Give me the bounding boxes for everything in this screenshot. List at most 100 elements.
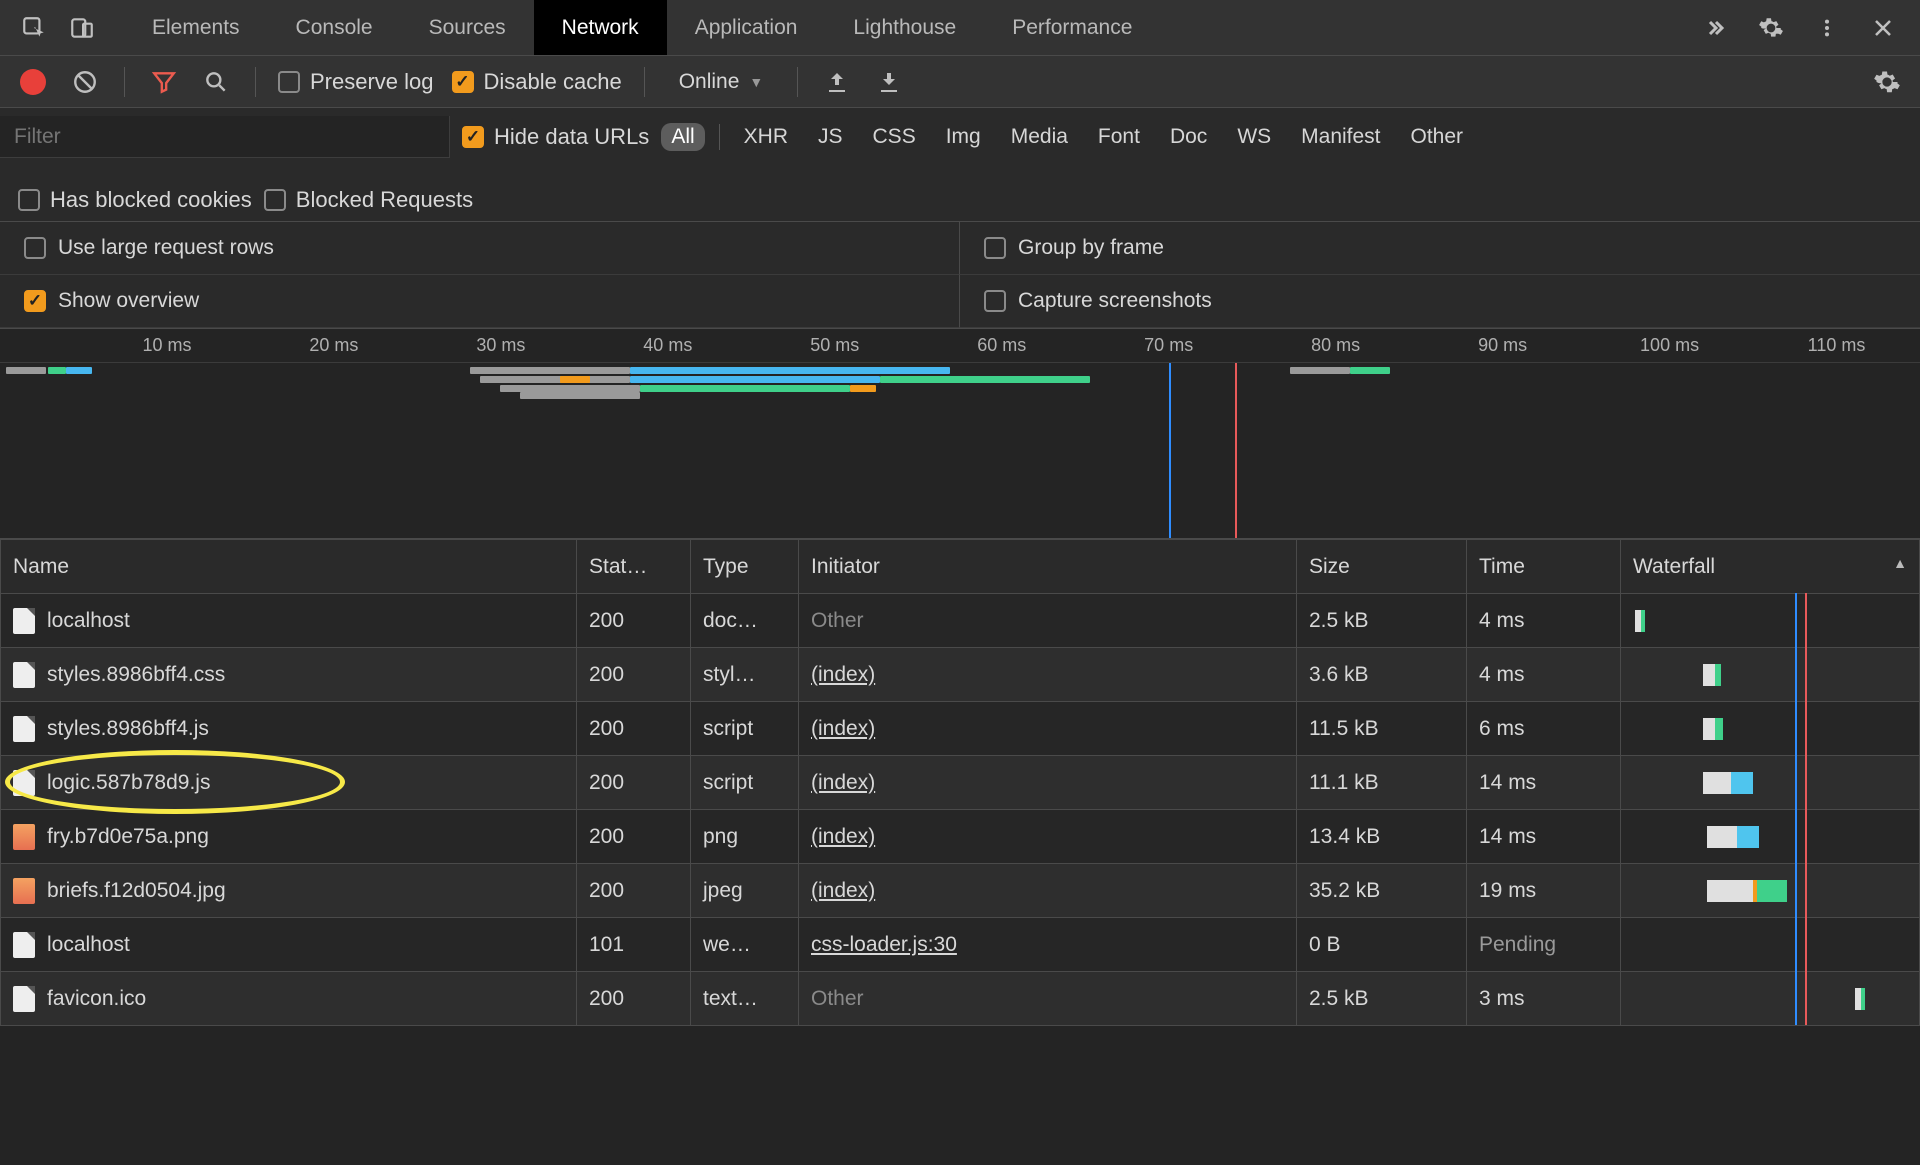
request-initiator[interactable]: css-loader.js:30	[799, 918, 1297, 972]
request-time: 14 ms	[1467, 810, 1621, 864]
network-toolbar: Preserve log Disable cache Online ▼	[0, 56, 1920, 108]
request-time: 14 ms	[1467, 756, 1621, 810]
request-time: 6 ms	[1467, 702, 1621, 756]
tab-application[interactable]: Application	[667, 0, 826, 55]
request-initiator[interactable]: (index)	[799, 810, 1297, 864]
type-filter-xhr[interactable]: XHR	[734, 123, 798, 151]
chevron-down-icon: ▼	[749, 74, 763, 90]
upload-har-icon[interactable]	[820, 65, 854, 99]
record-button[interactable]	[16, 65, 50, 99]
request-time: 4 ms	[1467, 594, 1621, 648]
request-row[interactable]: fry.b7d0e75a.png200png(index)13.4 kB14 m…	[1, 810, 1920, 864]
large-rows-checkbox[interactable]: Use large request rows	[0, 222, 960, 275]
timeline-tick: 50 ms	[810, 335, 859, 356]
tab-sources[interactable]: Sources	[401, 0, 534, 55]
col-header-size[interactable]: Size	[1297, 540, 1467, 594]
timeline-tick: 110 ms	[1808, 335, 1866, 356]
type-filter-js[interactable]: JS	[808, 123, 853, 151]
request-status: 200	[577, 972, 691, 1026]
request-initiator[interactable]: (index)	[799, 864, 1297, 918]
type-filter-css[interactable]: CSS	[863, 123, 926, 151]
request-type: styl…	[691, 648, 799, 702]
kebab-menu-icon[interactable]	[1806, 7, 1848, 49]
type-filter-ws[interactable]: WS	[1227, 123, 1281, 151]
clear-icon[interactable]	[68, 65, 102, 99]
timeline-tick: 30 ms	[476, 335, 525, 356]
request-status: 200	[577, 594, 691, 648]
show-overview-checkbox[interactable]: Show overview	[0, 275, 960, 328]
inspect-element-icon[interactable]	[10, 4, 58, 52]
filter-funnel-icon[interactable]	[147, 65, 181, 99]
request-waterfall	[1621, 864, 1920, 918]
file-icon	[13, 986, 35, 1012]
hide-data-urls-checkbox[interactable]: Hide data URLs	[462, 124, 649, 150]
file-icon	[13, 716, 35, 742]
col-header-status[interactable]: Stat…	[577, 540, 691, 594]
filter-input[interactable]	[0, 116, 450, 158]
col-header-type[interactable]: Type	[691, 540, 799, 594]
request-initiator[interactable]: (index)	[799, 648, 1297, 702]
col-header-name[interactable]: Name	[1, 540, 577, 594]
request-type: script	[691, 756, 799, 810]
capture-screenshots-checkbox[interactable]: Capture screenshots	[960, 275, 1920, 328]
network-overview-timeline[interactable]: 10 ms20 ms30 ms40 ms50 ms60 ms70 ms80 ms…	[0, 329, 1920, 539]
col-header-initiator[interactable]: Initiator	[799, 540, 1297, 594]
request-initiator: Other	[799, 594, 1297, 648]
request-row[interactable]: localhost101we…css-loader.js:300 BPendin…	[1, 918, 1920, 972]
request-row[interactable]: favicon.ico200text…Other2.5 kB3 ms	[1, 972, 1920, 1026]
network-settings-gear-icon[interactable]	[1870, 65, 1904, 99]
network-filter-bar: Hide data URLs All XHR JS CSS Img Media Font Do…	[0, 108, 1920, 222]
more-tabs-icon[interactable]	[1694, 7, 1736, 49]
has-blocked-cookies-checkbox[interactable]: Has blocked cookies	[18, 187, 252, 213]
throttling-value: Online	[679, 70, 740, 94]
tab-lighthouse[interactable]: Lighthouse	[825, 0, 984, 55]
col-header-waterfall[interactable]: Waterfall ▲	[1621, 540, 1920, 594]
request-type: script	[691, 702, 799, 756]
blocked-requests-checkbox[interactable]: Blocked Requests	[264, 187, 473, 213]
type-filter-other[interactable]: Other	[1401, 123, 1474, 151]
request-name: localhost	[47, 933, 130, 957]
request-name: styles.8986bff4.css	[47, 663, 225, 687]
type-filter-font[interactable]: Font	[1088, 123, 1150, 151]
tab-elements[interactable]: Elements	[124, 0, 268, 55]
request-row[interactable]: briefs.f12d0504.jpg200jpeg(index)35.2 kB…	[1, 864, 1920, 918]
request-size: 11.1 kB	[1297, 756, 1467, 810]
panel-tabs: ElementsConsoleSourcesNetworkApplication…	[124, 0, 1160, 55]
group-by-frame-checkbox[interactable]: Group by frame	[960, 222, 1920, 275]
request-waterfall	[1621, 594, 1920, 648]
request-status: 200	[577, 648, 691, 702]
network-options: Use large request rows Group by frame Sh…	[0, 222, 1920, 329]
disable-cache-checkbox[interactable]: Disable cache	[452, 69, 622, 95]
request-row[interactable]: logic.587b78d9.js200script(index)11.1 kB…	[1, 756, 1920, 810]
request-type: text…	[691, 972, 799, 1026]
request-row[interactable]: styles.8986bff4.js200script(index)11.5 k…	[1, 702, 1920, 756]
type-filter-manifest[interactable]: Manifest	[1291, 123, 1390, 151]
file-icon	[13, 824, 35, 850]
close-devtools-icon[interactable]	[1862, 7, 1904, 49]
type-filter-media[interactable]: Media	[1001, 123, 1078, 151]
request-initiator[interactable]: (index)	[799, 756, 1297, 810]
settings-gear-icon[interactable]	[1750, 7, 1792, 49]
search-icon[interactable]	[199, 65, 233, 99]
blocked-requests-label: Blocked Requests	[296, 187, 473, 213]
tab-console[interactable]: Console	[268, 0, 401, 55]
request-status: 101	[577, 918, 691, 972]
type-filter-doc[interactable]: Doc	[1160, 123, 1217, 151]
request-initiator[interactable]: (index)	[799, 702, 1297, 756]
download-har-icon[interactable]	[872, 65, 906, 99]
tab-network[interactable]: Network	[534, 0, 667, 55]
request-row[interactable]: styles.8986bff4.css200styl…(index)3.6 kB…	[1, 648, 1920, 702]
request-status: 200	[577, 810, 691, 864]
request-row[interactable]: localhost200doc…Other2.5 kB4 ms	[1, 594, 1920, 648]
preserve-log-checkbox[interactable]: Preserve log	[278, 69, 434, 95]
col-header-time[interactable]: Time	[1467, 540, 1621, 594]
large-rows-label: Use large request rows	[58, 236, 274, 260]
type-filter-img[interactable]: Img	[936, 123, 991, 151]
throttling-dropdown[interactable]: Online ▼	[667, 66, 776, 98]
type-filter-all[interactable]: All	[661, 123, 704, 151]
request-size: 2.5 kB	[1297, 972, 1467, 1026]
tab-performance[interactable]: Performance	[984, 0, 1160, 55]
request-size: 35.2 kB	[1297, 864, 1467, 918]
device-toolbar-icon[interactable]	[58, 4, 106, 52]
request-size: 13.4 kB	[1297, 810, 1467, 864]
